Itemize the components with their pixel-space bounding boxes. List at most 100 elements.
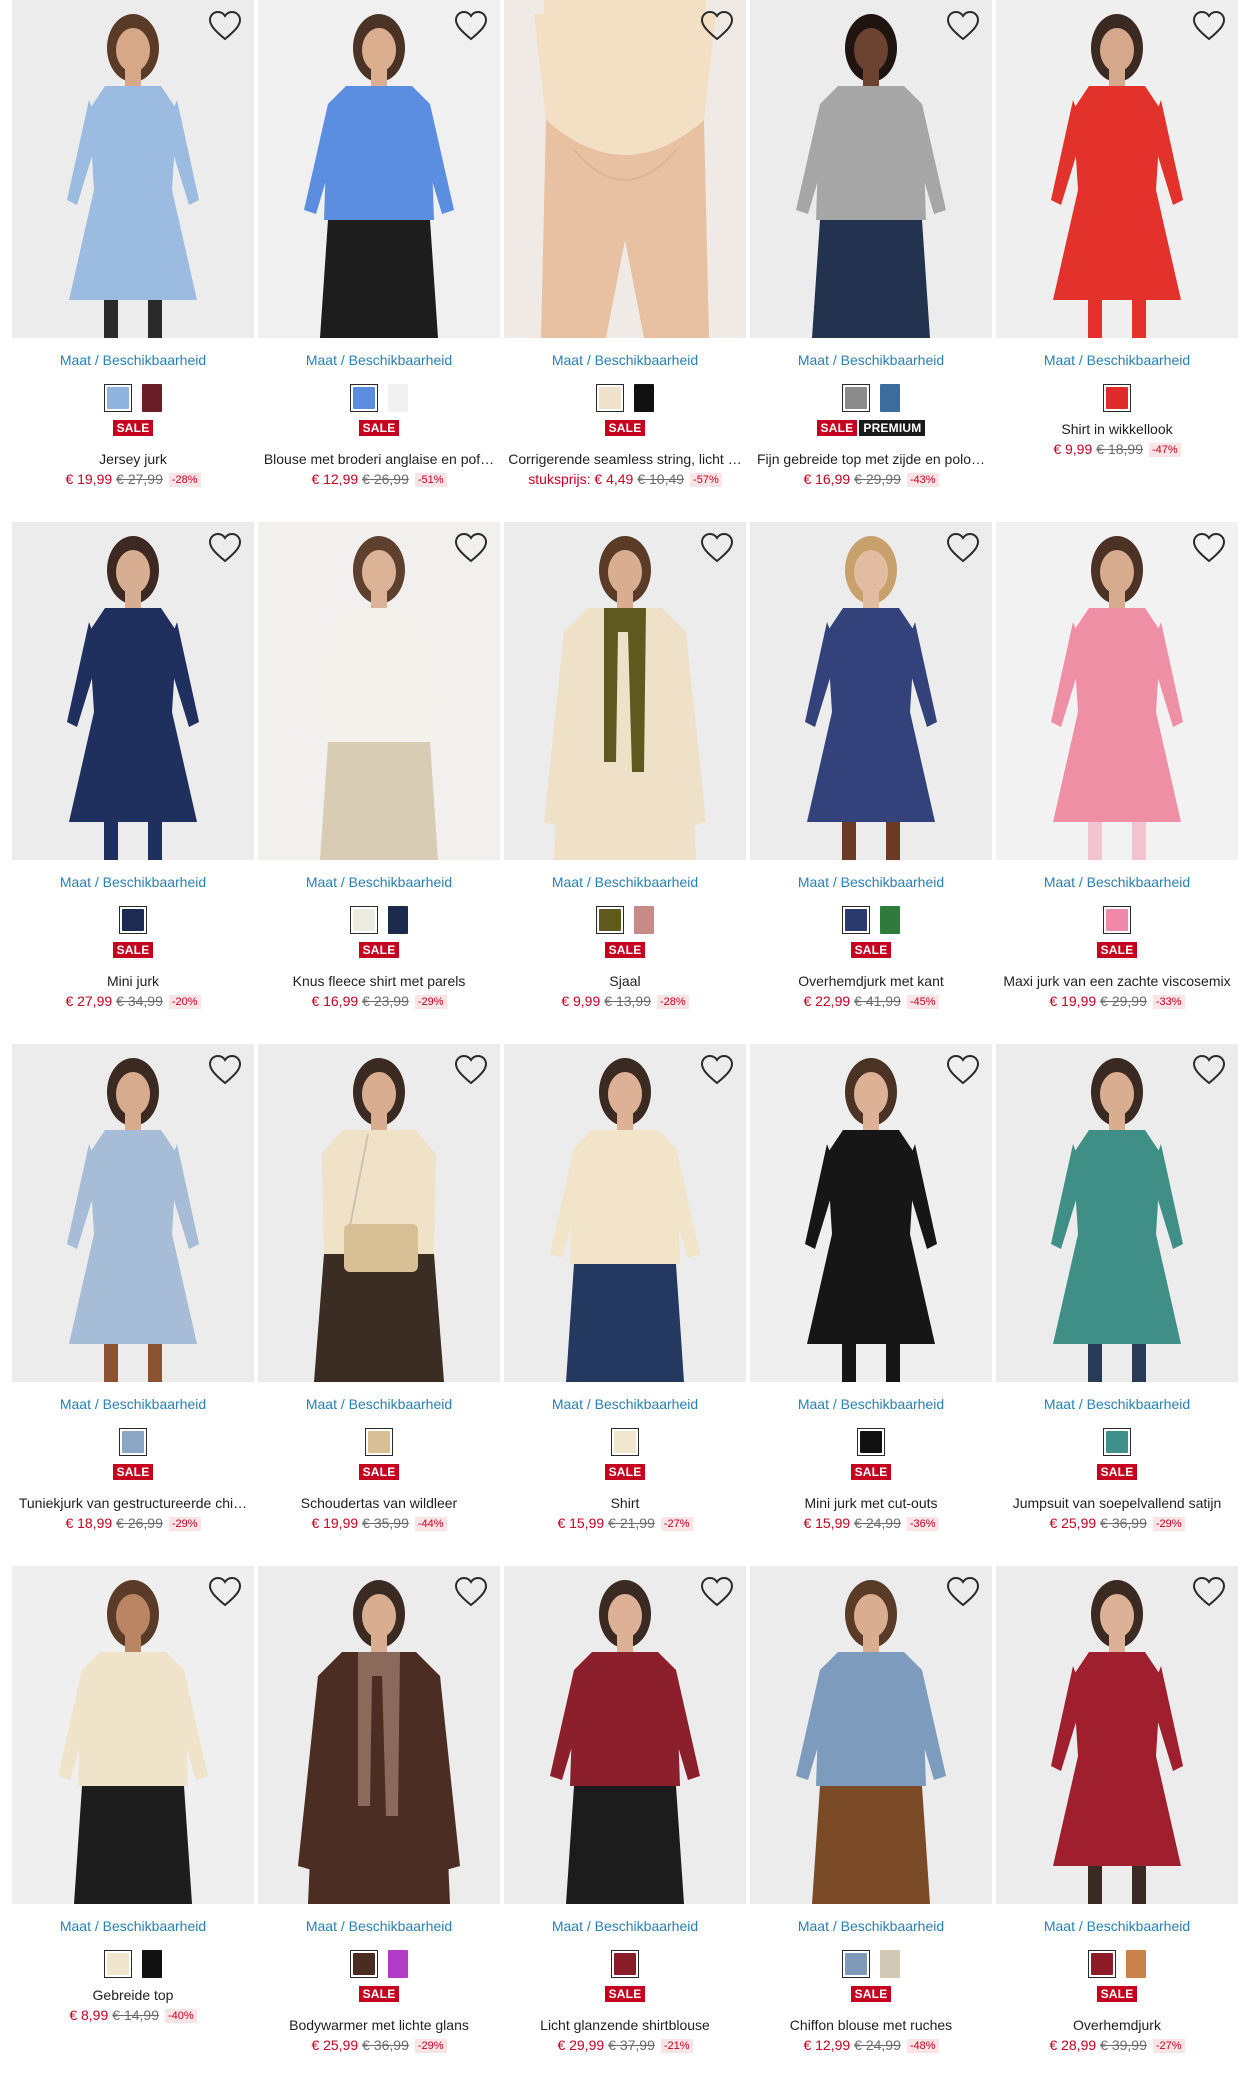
product-name[interactable]: Knus fleece shirt met parels: [258, 972, 500, 990]
product-image[interactable]: [750, 522, 992, 860]
product-name[interactable]: Shirt in wikkellook: [996, 420, 1238, 438]
product-name[interactable]: Jersey jurk: [12, 450, 254, 468]
color-swatch[interactable]: [596, 384, 624, 412]
favorite-button[interactable]: [208, 1576, 242, 1608]
product-card[interactable]: Maat / Beschikbaarheid Gebreide top € 8,99…: [12, 1566, 254, 2082]
product-name[interactable]: Mini jurk met cut-outs: [750, 1494, 992, 1512]
product-image[interactable]: [996, 522, 1238, 860]
color-swatch[interactable]: [365, 1428, 393, 1456]
product-name[interactable]: Corrigerende seamless string, licht …: [504, 450, 746, 468]
product-card[interactable]: Maat / Beschikbaarheid SALE Overhemdjurk m…: [750, 522, 992, 1044]
product-card[interactable]: Maat / Beschikbaarheid SALE Bodywarmer met…: [258, 1566, 500, 2082]
favorite-button[interactable]: [700, 1054, 734, 1086]
color-swatch[interactable]: [880, 384, 900, 412]
size-availability-link[interactable]: Maat / Beschikbaarheid: [306, 351, 452, 369]
favorite-button[interactable]: [946, 1054, 980, 1086]
product-name[interactable]: Sjaal: [504, 972, 746, 990]
size-availability-link[interactable]: Maat / Beschikbaarheid: [1044, 351, 1190, 369]
color-swatch[interactable]: [104, 384, 132, 412]
product-name[interactable]: Licht glanzende shirtblouse: [504, 2016, 746, 2034]
product-name[interactable]: Fijn gebreide top met zijde en polo…: [750, 450, 992, 468]
product-card[interactable]: Maat / Beschikbaarheid SALE Sjaal € 9,99 € 1…: [504, 522, 746, 1044]
product-name[interactable]: Shirt: [504, 1494, 746, 1512]
product-card[interactable]: Maat / Beschikbaarheid SALE Knus fleece sh…: [258, 522, 500, 1044]
size-availability-link[interactable]: Maat / Beschikbaarheid: [306, 1395, 452, 1413]
product-name[interactable]: Overhemdjurk met kant: [750, 972, 992, 990]
product-image[interactable]: [996, 0, 1238, 338]
color-swatch[interactable]: [388, 1950, 408, 1978]
size-availability-link[interactable]: Maat / Beschikbaarheid: [1044, 1917, 1190, 1935]
favorite-button[interactable]: [208, 10, 242, 42]
product-card[interactable]: Maat / Beschikbaarheid SALE Chiffon blouse…: [750, 1566, 992, 2082]
product-card[interactable]: Maat / Beschikbaarheid SALE Schoudertas va…: [258, 1044, 500, 1566]
color-swatch[interactable]: [119, 1428, 147, 1456]
size-availability-link[interactable]: Maat / Beschikbaarheid: [1044, 873, 1190, 891]
product-image[interactable]: [258, 522, 500, 860]
product-card[interactable]: Maat / Beschikbaarheid SALE Jumpsuit van s…: [996, 1044, 1238, 1566]
favorite-button[interactable]: [1192, 1576, 1226, 1608]
color-swatch[interactable]: [1103, 1428, 1131, 1456]
color-swatch[interactable]: [880, 1950, 900, 1978]
color-swatch[interactable]: [842, 384, 870, 412]
size-availability-link[interactable]: Maat / Beschikbaarheid: [798, 1917, 944, 1935]
product-card[interactable]: Maat / Beschikbaarheid SALE Tuniekjurk van…: [12, 1044, 254, 1566]
product-name[interactable]: Overhemdjurk: [996, 2016, 1238, 2034]
product-name[interactable]: Chiffon blouse met ruches: [750, 2016, 992, 2034]
color-swatch[interactable]: [388, 384, 408, 412]
color-swatch[interactable]: [634, 384, 654, 412]
product-image[interactable]: [258, 1044, 500, 1382]
product-image[interactable]: [750, 0, 992, 338]
product-name[interactable]: Gebreide top: [12, 1986, 254, 2004]
product-name[interactable]: Mini jurk: [12, 972, 254, 990]
color-swatch[interactable]: [880, 906, 900, 934]
color-swatch[interactable]: [1088, 1950, 1116, 1978]
color-swatch[interactable]: [842, 906, 870, 934]
product-card[interactable]: Maat / Beschikbaarheid SALE Mini jurk met …: [750, 1044, 992, 1566]
product-card[interactable]: Maat / Beschikbaarheid SALE Overhemdjurk € …: [996, 1566, 1238, 2082]
size-availability-link[interactable]: Maat / Beschikbaarheid: [798, 351, 944, 369]
product-image[interactable]: [504, 0, 746, 338]
favorite-button[interactable]: [700, 10, 734, 42]
favorite-button[interactable]: [946, 532, 980, 564]
color-swatch[interactable]: [350, 384, 378, 412]
product-image[interactable]: [12, 1566, 254, 1904]
product-card[interactable]: Maat / Beschikbaarheid SALE Corrigerende s…: [504, 0, 746, 522]
product-name[interactable]: Blouse met broderi anglaise en pof…: [258, 450, 500, 468]
product-image[interactable]: [996, 1566, 1238, 1904]
size-availability-link[interactable]: Maat / Beschikbaarheid: [60, 1395, 206, 1413]
product-card[interactable]: Maat / Beschikbaarheid SALE Blouse met bro…: [258, 0, 500, 522]
favorite-button[interactable]: [208, 1054, 242, 1086]
color-swatch[interactable]: [634, 906, 654, 934]
product-card[interactable]: Maat / Beschikbaarheid SALE Shirt € 15,99 € …: [504, 1044, 746, 1566]
color-swatch[interactable]: [350, 1950, 378, 1978]
product-image[interactable]: [996, 1044, 1238, 1382]
size-availability-link[interactable]: Maat / Beschikbaarheid: [306, 873, 452, 891]
product-card[interactable]: Maat / Beschikbaarheid Shirt in wikkelloo…: [996, 0, 1238, 522]
product-image[interactable]: [504, 1044, 746, 1382]
favorite-button[interactable]: [1192, 1054, 1226, 1086]
product-image[interactable]: [750, 1566, 992, 1904]
color-swatch[interactable]: [104, 1950, 132, 1978]
size-availability-link[interactable]: Maat / Beschikbaarheid: [552, 873, 698, 891]
product-card[interactable]: Maat / Beschikbaarheid SALE Mini jurk € 27,…: [12, 522, 254, 1044]
size-availability-link[interactable]: Maat / Beschikbaarheid: [552, 1395, 698, 1413]
color-swatch[interactable]: [142, 1950, 162, 1978]
color-swatch[interactable]: [350, 906, 378, 934]
product-image[interactable]: [12, 0, 254, 338]
favorite-button[interactable]: [700, 532, 734, 564]
favorite-button[interactable]: [1192, 532, 1226, 564]
size-availability-link[interactable]: Maat / Beschikbaarheid: [306, 1917, 452, 1935]
product-name[interactable]: Jumpsuit van soepelvallend satijn: [996, 1494, 1238, 1512]
product-name[interactable]: Bodywarmer met lichte glans: [258, 2016, 500, 2034]
size-availability-link[interactable]: Maat / Beschikbaarheid: [798, 873, 944, 891]
size-availability-link[interactable]: Maat / Beschikbaarheid: [1044, 1395, 1190, 1413]
color-swatch[interactable]: [596, 906, 624, 934]
product-card[interactable]: Maat / Beschikbaarheid SALE Maxi jurk van …: [996, 522, 1238, 1044]
favorite-button[interactable]: [454, 1576, 488, 1608]
color-swatch[interactable]: [842, 1950, 870, 1978]
size-availability-link[interactable]: Maat / Beschikbaarheid: [60, 351, 206, 369]
color-swatch[interactable]: [1103, 384, 1131, 412]
product-image[interactable]: [258, 0, 500, 338]
color-swatch[interactable]: [388, 906, 408, 934]
product-name[interactable]: Schoudertas van wildleer: [258, 1494, 500, 1512]
